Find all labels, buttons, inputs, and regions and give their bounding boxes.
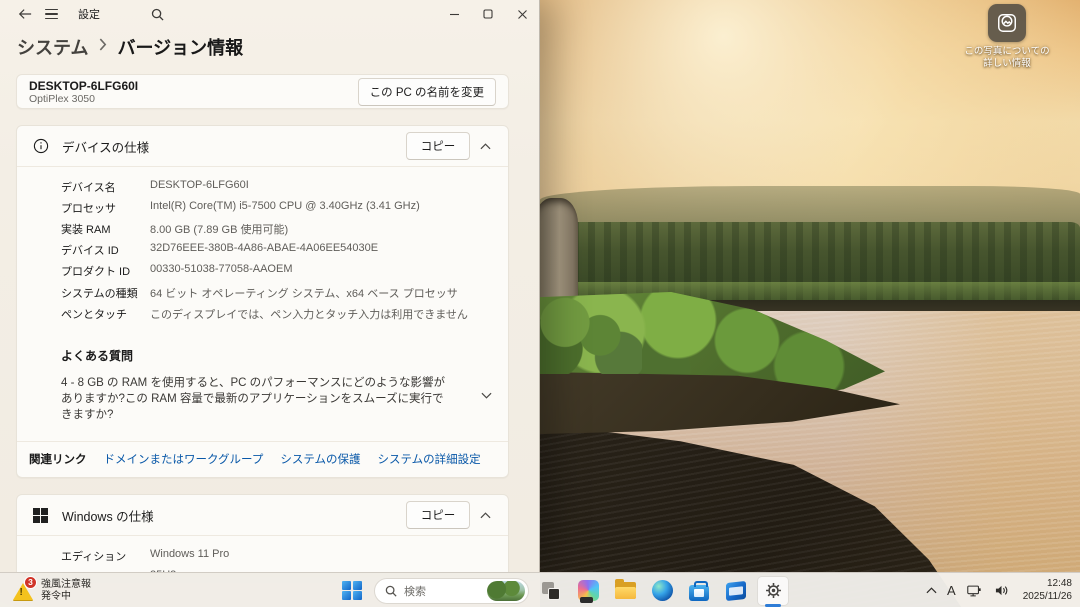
windows-spec-rows: エディション Windows 11 Pro バージョン 25H2 インストール日… [17,536,508,572]
page-title: バージョン情報 [117,34,243,60]
device-name: DESKTOP-6LFG60I [29,79,138,93]
windows-start-icon [342,581,362,601]
widgets-badge: 3 [24,576,37,589]
search-icon[interactable] [144,3,170,25]
task-view-icon [542,582,560,600]
active-app-indicator [765,604,781,607]
copilot-icon [578,580,599,601]
wallpaper-tower-trees [540,288,642,374]
device-name-card: DESKTOP-6LFG60I OptiPlex 3050 この PC の名前を… [16,74,509,109]
spec-row-device-name: デバイス名 DESKTOP-6LFG60I [17,176,508,197]
copilot-button[interactable] [573,577,603,605]
volume-icon[interactable] [992,582,1011,599]
clock-time: 12:48 [1023,578,1072,591]
mail-app-icon [726,580,746,600]
ime-mode-indicator[interactable]: A [947,583,956,598]
mail-app-button[interactable] [721,577,751,605]
device-spec-copy-button[interactable]: コピー [406,132,470,160]
info-icon [32,138,49,155]
device-spec-header[interactable]: デバイスの仕様 コピー [17,126,508,166]
settings-content: DESKTOP-6LFG60I OptiPlex 3050 この PC の名前を… [0,70,539,572]
spec-row-pen-touch: ペンとタッチ このディスプレイでは、ペン入力とタッチ入力は利用できません [17,303,508,324]
settings-window: 設定 システム バージョン情報 [0,0,540,572]
titlebar: 設定 [0,0,539,28]
settings-app-button[interactable] [758,577,788,605]
windows-spec-header[interactable]: Windows の仕様 コピー [17,495,508,535]
device-spec-card: デバイスの仕様 コピー デバイス名 DESKTOP-6LFG60I プロセッサ … [16,125,509,478]
close-button[interactable] [505,0,539,28]
widgets-alert-text: 強風注意報 発令中 [41,579,91,603]
spotlight-label: この写真についての 詳しい情報 [948,46,1066,70]
spec-row-processor: プロセッサ Intel(R) Core(TM) i5-7500 CPU @ 3.… [17,197,508,218]
weather-warning-icon: ! 3 [11,579,35,603]
spec-row-system-type: システムの種類 64 ビット オペレーティング システム、x64 ベース プロセ… [17,282,508,303]
desktop-wallpaper: この写真についての 詳しい情報 [540,0,1080,607]
file-explorer-icon [615,582,636,599]
taskbar-search-box[interactable]: 検索 [374,578,529,604]
navigation-menu-button[interactable] [38,3,64,25]
windows-spec-card: Windows の仕様 コピー エディション Windows 11 Pro バー… [16,494,509,572]
link-domain-workgroup[interactable]: ドメインまたはワークグループ [104,451,264,467]
related-links-row: 関連リンク ドメインまたはワークグループ システムの保護 システムの詳細設定 [17,441,508,477]
chevron-down-icon[interactable] [481,386,492,404]
breadcrumb: システム バージョン情報 [0,28,539,70]
taskbar-center: 検索 [337,575,788,606]
app-title: 設定 [78,6,100,22]
edge-button[interactable] [647,577,677,605]
spec-row-ram: 実装 RAM 8.00 GB (7.89 GB 使用可能) [17,218,508,239]
desktop: この写真についての 詳しい情報 設定 [0,0,1080,607]
start-button[interactable] [337,577,367,605]
clock-date: 2025/11/26 [1023,591,1072,604]
microsoft-store-button[interactable] [684,577,714,605]
minimize-button[interactable] [437,0,471,28]
search-icon [385,585,397,597]
windows-spec-title: Windows の仕様 [62,506,154,525]
maximize-button[interactable] [471,0,505,28]
device-model: OptiPlex 3050 [29,93,138,105]
system-tray: A 12:48 2025/11/26 [924,575,1072,606]
windows-spec-copy-button[interactable]: コピー [406,501,470,529]
search-daily-image-thumbnail[interactable] [487,581,525,601]
link-advanced-system-settings[interactable]: システムの詳細設定 [378,451,481,467]
tray-overflow-chevron-icon[interactable] [924,585,939,596]
faq-title: よくある質問 [61,347,448,364]
faq-section: よくある質問 4 - 8 GB の RAM を使用すると、PC のパフォーマンス… [17,334,508,441]
spotlight-picture-icon[interactable] [988,4,1026,42]
spotlight-desktop-shortcut[interactable]: この写真についての 詳しい情報 [948,4,1066,70]
breadcrumb-separator-icon [98,38,107,56]
breadcrumb-system[interactable]: システム [17,34,88,60]
related-links-title: 関連リンク [29,451,87,467]
rename-pc-button[interactable]: この PC の名前を変更 [358,78,496,106]
search-placeholder: 検索 [404,583,480,599]
spec-row-edition: エディション Windows 11 Pro [17,545,508,566]
taskbar-clock[interactable]: 12:48 2025/11/26 [1019,578,1072,603]
device-spec-title: デバイスの仕様 [62,137,149,156]
chevron-up-icon[interactable] [470,143,500,150]
device-identity: DESKTOP-6LFG60I OptiPlex 3050 [29,79,138,105]
back-button[interactable] [12,3,38,25]
link-system-protection[interactable]: システムの保護 [280,451,360,467]
edge-icon [652,580,673,601]
file-explorer-button[interactable] [610,577,640,605]
faq-question[interactable]: 4 - 8 GB の RAM を使用すると、PC のパフォーマンスにどのような影… [61,375,448,423]
window-caption-controls [437,0,539,28]
windows-logo-icon [32,507,49,524]
microsoft-store-icon [689,585,709,601]
taskbar: ! 3 強風注意報 発令中 検索 [0,572,1080,607]
device-spec-rows: デバイス名 DESKTOP-6LFG60I プロセッサ Intel(R) Cor… [17,167,508,334]
chevron-up-icon[interactable] [470,512,500,519]
spec-row-device-id: デバイス ID 32D76EEE-380B-4A86-ABAE-4A06EE54… [17,240,508,261]
widgets-button[interactable]: ! 3 強風注意報 発令中 [5,575,97,606]
network-icon[interactable] [964,582,984,600]
task-view-button[interactable] [536,577,566,605]
settings-gear-icon [764,581,783,600]
spec-row-product-id: プロダクト ID 00330-51038-77058-AAOEM [17,261,508,282]
